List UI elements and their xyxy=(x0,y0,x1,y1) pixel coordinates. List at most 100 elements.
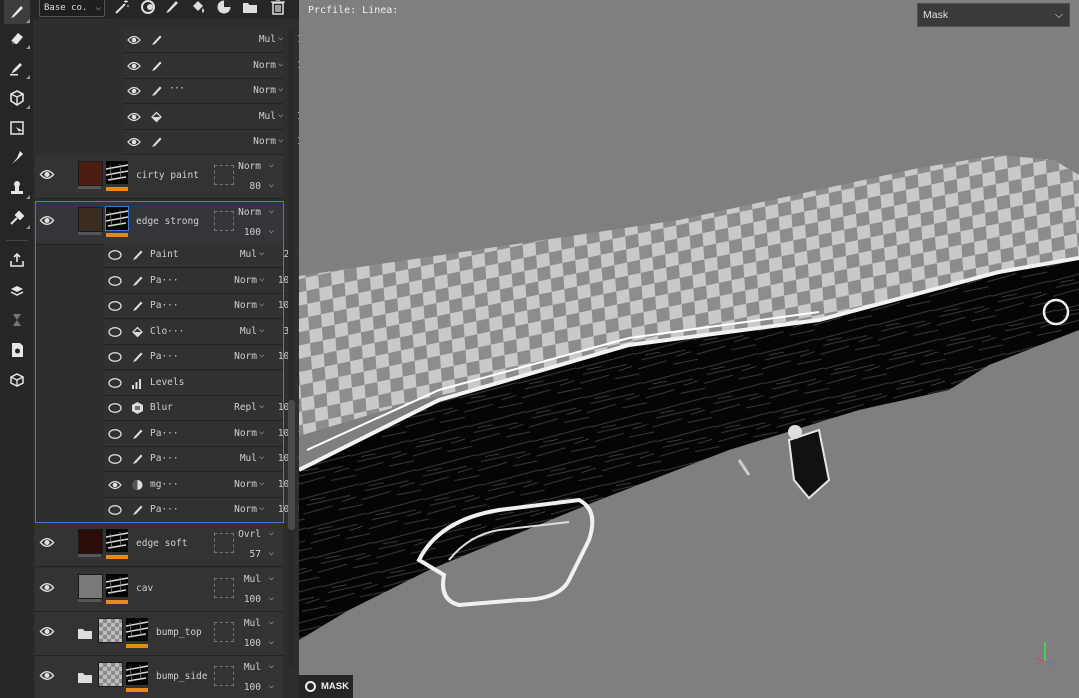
eye-icon[interactable] xyxy=(108,377,122,389)
effect-row[interactable]: ···Norm⌵62⌵× xyxy=(123,79,283,104)
eye-icon[interactable] xyxy=(108,504,122,516)
effect-row[interactable]: Norm⌵100⌵× xyxy=(123,130,299,155)
projection-icon[interactable] xyxy=(4,56,30,80)
effect-row[interactable]: Pa···Norm⌵100⌵× xyxy=(104,345,299,370)
blend-mode-select[interactable]: Norm xyxy=(246,136,276,147)
eye-icon[interactable] xyxy=(108,300,122,312)
layer-mask-slot[interactable] xyxy=(214,578,234,598)
chevron-down-icon[interactable]: ⌵ xyxy=(278,135,283,145)
layer-row-bump-side[interactable]: bump_side Mul ⌵ 100 ⌵ xyxy=(35,656,283,698)
layer-row-dirty-paint[interactable]: cirty paint Norm ⌵ 80 ⌵ xyxy=(35,155,283,199)
effect-row[interactable]: PaintMul⌵21⌵× xyxy=(104,243,299,268)
color-picker-icon[interactable] xyxy=(4,206,30,230)
add-folder-icon[interactable] xyxy=(241,0,259,16)
chevron-down-icon[interactable]: ⌵ xyxy=(269,593,274,603)
blend-mode-select[interactable]: Repl xyxy=(227,402,257,413)
mask-thumbnail[interactable] xyxy=(105,206,129,231)
mask-thumbnail[interactable] xyxy=(126,618,148,641)
chevron-down-icon[interactable]: ⌵ xyxy=(259,401,264,411)
effect-row[interactable]: Pa···Mul⌵100⌵× xyxy=(104,447,299,472)
bake-icon[interactable] xyxy=(4,278,30,302)
layer-name[interactable]: cirty paint xyxy=(136,170,199,181)
chevron-down-icon[interactable]: ⌵ xyxy=(269,180,274,190)
chevron-down-icon[interactable]: ⌵ xyxy=(269,661,274,671)
eye-icon[interactable] xyxy=(108,351,122,363)
eye-visible-icon[interactable] xyxy=(39,669,55,682)
chevron-down-icon[interactable]: ⌵ xyxy=(278,84,283,94)
chevron-down-icon[interactable]: ⌵ xyxy=(269,617,274,627)
mask-thumbnail[interactable] xyxy=(106,574,128,597)
layer-name[interactable]: edge soft xyxy=(136,538,187,549)
eye-icon[interactable] xyxy=(108,428,122,440)
layer-row-edge-soft[interactable]: edge soft Ovrl ⌵ 57 ⌵ xyxy=(35,523,283,567)
effect-row[interactable]: Pa···Norm⌵100⌵× xyxy=(104,421,299,447)
blend-mode-select[interactable]: Norm xyxy=(238,207,261,218)
opacity-value[interactable]: 100 xyxy=(244,682,261,693)
add-fill-icon[interactable] xyxy=(189,0,207,16)
chevron-down-icon[interactable]: ⌵ xyxy=(278,33,283,43)
more-options-icon[interactable]: ··· xyxy=(169,83,185,94)
eraser-icon[interactable] xyxy=(4,26,30,50)
save-icon[interactable] xyxy=(4,338,30,362)
mask-mode-badge[interactable]: MASK xyxy=(299,675,353,698)
layers-scrollbar[interactable] xyxy=(288,28,295,668)
geometry-fill-icon[interactable] xyxy=(4,86,30,110)
blend-mode-select[interactable]: Mul xyxy=(246,111,276,122)
effect-row[interactable]: Levels× xyxy=(104,370,283,396)
chevron-down-icon[interactable]: ⌵ xyxy=(259,478,264,488)
blend-mode-select[interactable]: Norm xyxy=(227,351,257,362)
export-icon[interactable] xyxy=(4,248,30,272)
effect-row[interactable]: Clo···Mul⌵33⌵× xyxy=(104,319,299,345)
opacity-value[interactable]: 57 xyxy=(250,549,261,560)
chevron-down-icon[interactable]: ⌵ xyxy=(278,59,283,69)
magic-wand-icon[interactable] xyxy=(113,0,131,16)
folder-icon[interactable] xyxy=(77,671,93,684)
layer-name[interactable]: cav xyxy=(136,583,153,594)
eye-visible-icon[interactable] xyxy=(127,111,141,123)
blend-mode-select[interactable]: Norm xyxy=(246,60,276,71)
eye-visible-icon[interactable] xyxy=(39,625,55,638)
layer-mask-slot[interactable] xyxy=(214,165,234,185)
chevron-down-icon[interactable]: ⌵ xyxy=(269,206,274,216)
blend-mode-select[interactable]: Mul xyxy=(244,662,261,673)
blend-mode-select[interactable]: Mul xyxy=(246,34,276,45)
3d-viewport[interactable]: Prcfile: Linea: Mask ⌵ MASK xyxy=(299,0,1079,698)
eye-visible-icon[interactable] xyxy=(39,581,55,594)
eye-icon[interactable] xyxy=(108,326,122,338)
layer-mask-slot[interactable] xyxy=(214,533,234,553)
mask-thumbnail[interactable] xyxy=(126,662,148,685)
layer-name[interactable]: bump_side xyxy=(156,671,207,682)
eye-visible-icon[interactable] xyxy=(39,168,55,181)
chevron-down-icon[interactable]: ⌵ xyxy=(269,548,274,558)
mask-thumbnail[interactable] xyxy=(106,529,128,552)
smudge-icon[interactable] xyxy=(4,146,30,170)
layer-mask-slot[interactable] xyxy=(214,622,234,642)
chevron-down-icon[interactable]: ⌵ xyxy=(269,226,274,236)
viewport-channel-dropdown[interactable]: Mask ⌵ xyxy=(917,3,1070,27)
effect-row[interactable]: Pa···Norm⌵100⌵× xyxy=(104,268,299,294)
effect-row[interactable]: Pa···Norm⌵100⌵× xyxy=(104,498,299,523)
eye-visible-icon[interactable] xyxy=(39,536,55,549)
opacity-value[interactable]: 100 xyxy=(244,227,261,238)
layer-name[interactable]: edge strong xyxy=(136,216,199,227)
asset-icon[interactable] xyxy=(4,368,30,392)
chevron-down-icon[interactable]: ⌵ xyxy=(269,681,274,691)
effect-row[interactable]: Norm⌵100⌵× xyxy=(123,53,299,79)
layer-mask-slot[interactable] xyxy=(214,666,234,686)
blend-mode-select[interactable]: Ovrl xyxy=(238,529,261,540)
opacity-value[interactable]: 100 xyxy=(244,594,261,605)
layer-color-swatch[interactable] xyxy=(78,529,103,554)
eye-visible-icon[interactable] xyxy=(127,34,141,46)
opacity-value[interactable]: 80 xyxy=(250,181,261,192)
blend-mode-select[interactable]: Norm xyxy=(227,300,257,311)
opacity-value[interactable]: 100 xyxy=(244,638,261,649)
chevron-down-icon[interactable]: ⌵ xyxy=(259,350,264,360)
chevron-down-icon[interactable]: ⌵ xyxy=(259,427,264,437)
eye-visible-icon[interactable] xyxy=(127,85,141,97)
delete-icon[interactable] xyxy=(269,0,287,16)
chevron-down-icon[interactable]: ⌵ xyxy=(259,299,264,309)
history-icon[interactable] xyxy=(4,308,30,332)
blend-mode-select[interactable]: Norm xyxy=(227,504,257,515)
layer-name[interactable]: bump_top xyxy=(156,627,202,638)
layer-row-edge-strong[interactable]: edge strong Norm ⌵ 100 ⌵ xyxy=(35,201,283,245)
